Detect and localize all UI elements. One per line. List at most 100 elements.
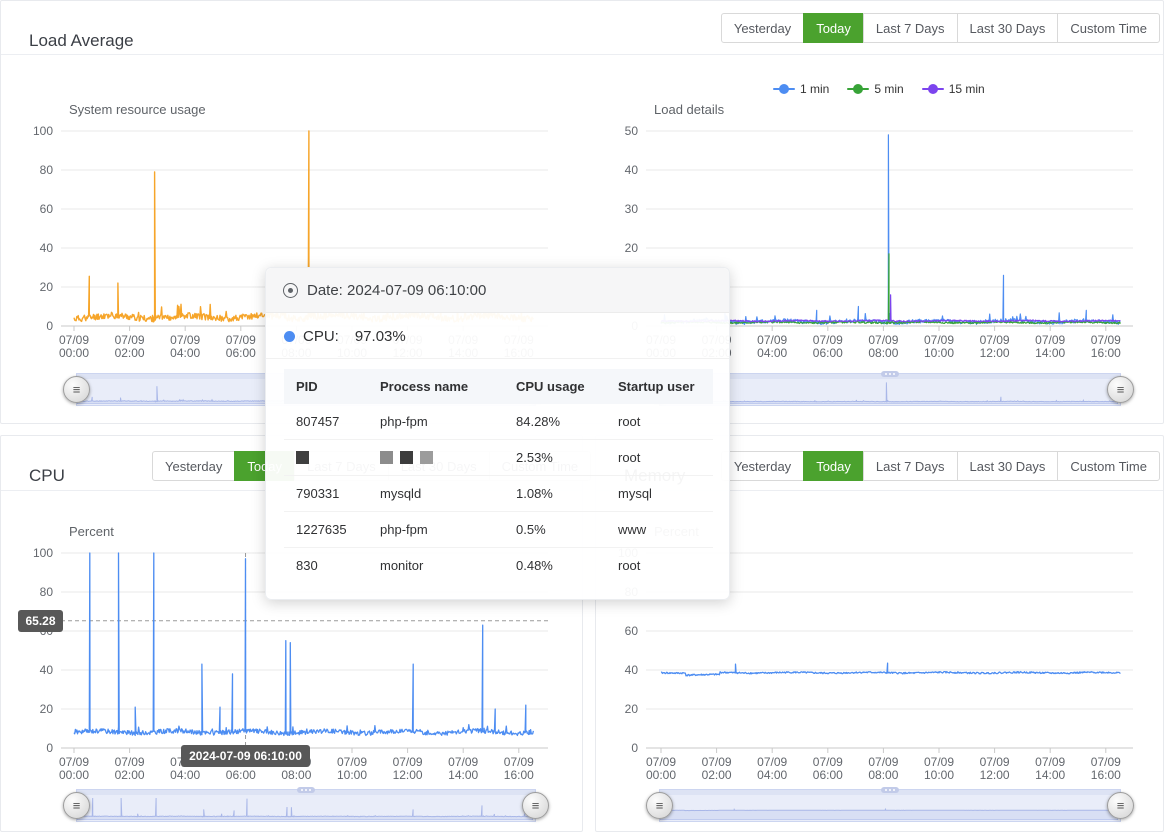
svg-text:07/0906:00: 07/0906:00 xyxy=(813,755,843,782)
process-name-cell: php-fpm xyxy=(368,404,504,440)
datazoom-grip-icon[interactable] xyxy=(881,371,899,377)
cpu-usage-cell: 84.28% xyxy=(504,404,606,440)
datazoom-right-handle[interactable]: ≡ xyxy=(1107,376,1134,403)
pid-cell: 830 xyxy=(284,548,368,584)
svg-text:07/0906:00: 07/0906:00 xyxy=(813,333,843,360)
svg-text:07/0914:00: 07/0914:00 xyxy=(1035,755,1065,782)
svg-text:100: 100 xyxy=(33,124,53,138)
tooltip-series-row: CPU: 97.03% xyxy=(266,313,729,359)
cpu-chart-datazoom-slider[interactable]: ≡ ≡ xyxy=(76,789,536,822)
startup-user-cell: root xyxy=(606,548,713,584)
col-cpu-usage: CPU usage xyxy=(504,369,606,404)
tooltip-header: Date: 2024-07-09 06:10:00 xyxy=(266,268,729,313)
svg-text:07/0900:00: 07/0900:00 xyxy=(646,755,676,782)
svg-text:07/0916:00: 07/0916:00 xyxy=(1091,333,1121,360)
svg-text:80: 80 xyxy=(40,585,54,599)
svg-text:0: 0 xyxy=(46,319,53,333)
svg-text:07/0916:00: 07/0916:00 xyxy=(1091,755,1121,782)
yesterday-button[interactable]: Yesterday xyxy=(721,13,804,43)
legend-label-5min: 5 min xyxy=(874,82,903,96)
process-name-cell-redacted xyxy=(368,440,504,476)
col-startup-user: Startup user xyxy=(606,369,713,404)
process-row: 790331 mysqld 1.08% mysql xyxy=(284,476,713,512)
datazoom-left-handle[interactable]: ≡ xyxy=(63,376,90,403)
process-name-cell: monitor xyxy=(368,548,504,584)
svg-text:80: 80 xyxy=(40,163,54,177)
svg-text:07/0908:00: 07/0908:00 xyxy=(868,333,898,360)
custom-time-button[interactable]: Custom Time xyxy=(1057,13,1160,43)
process-row: 2.53% root xyxy=(284,440,713,476)
svg-text:07/0912:00: 07/0912:00 xyxy=(980,755,1010,782)
tooltip-series-label: CPU: xyxy=(303,328,339,345)
process-table-header-row: PID Process name CPU usage Startup user xyxy=(284,369,713,404)
svg-text:20: 20 xyxy=(625,241,639,255)
svg-text:System resource usage: System resource usage xyxy=(69,102,206,117)
svg-text:60: 60 xyxy=(625,624,639,638)
pid-cell: 807457 xyxy=(284,404,368,440)
svg-text:40: 40 xyxy=(625,163,639,177)
custom-time-button[interactable]: Custom Time xyxy=(1057,451,1160,481)
svg-text:20: 20 xyxy=(625,702,639,716)
svg-text:Percent: Percent xyxy=(69,524,114,539)
cpu-series-dot-icon xyxy=(284,331,295,342)
svg-text:07/0910:00: 07/0910:00 xyxy=(924,755,954,782)
last-30-days-button[interactable]: Last 30 Days xyxy=(957,13,1059,43)
datazoom-left-handle[interactable]: ≡ xyxy=(63,792,90,819)
legend-label-15min: 15 min xyxy=(949,82,985,96)
legend-marker-1min-icon xyxy=(773,84,795,94)
svg-text:07/0910:00: 07/0910:00 xyxy=(924,333,954,360)
process-name-cell: mysqld xyxy=(368,476,504,512)
cpu-title: CPU xyxy=(29,466,65,486)
last-7-days-button[interactable]: Last 7 Days xyxy=(863,13,958,43)
today-button[interactable]: Today xyxy=(803,451,864,481)
memory-chart-datazoom-slider[interactable]: ≡ ≡ xyxy=(659,789,1121,822)
cpu-usage-cell: 0.48% xyxy=(504,548,606,584)
load-average-time-range-group: Yesterday Today Last 7 Days Last 30 Days… xyxy=(721,13,1160,43)
startup-user-cell: www xyxy=(606,512,713,548)
chart-tooltip: Date: 2024-07-09 06:10:00 CPU: 97.03% PI… xyxy=(265,267,730,600)
last-7-days-button[interactable]: Last 7 Days xyxy=(863,451,958,481)
svg-text:07/0900:00: 07/0900:00 xyxy=(59,755,89,782)
datazoom-left-handle[interactable]: ≡ xyxy=(646,792,673,819)
process-row: 807457 php-fpm 84.28% root xyxy=(284,404,713,440)
cpu-usage-cell: 2.53% xyxy=(504,440,606,476)
svg-text:20: 20 xyxy=(40,280,54,294)
pid-cell: 1227635 xyxy=(284,512,368,548)
last-30-days-button[interactable]: Last 30 Days xyxy=(957,451,1059,481)
datazoom-grip-icon[interactable] xyxy=(881,787,899,793)
svg-text:0: 0 xyxy=(46,741,53,755)
datazoom-right-handle[interactable]: ≡ xyxy=(1107,792,1134,819)
col-process-name: Process name xyxy=(368,369,504,404)
svg-text:07/0900:00: 07/0900:00 xyxy=(59,333,89,360)
svg-text:07/0914:00: 07/0914:00 xyxy=(1035,333,1065,360)
svg-text:30: 30 xyxy=(625,202,639,216)
yesterday-button[interactable]: Yesterday xyxy=(152,451,235,481)
svg-text:07/0912:00: 07/0912:00 xyxy=(980,333,1010,360)
today-button[interactable]: Today xyxy=(803,13,864,43)
cpu-usage-cell: 0.5% xyxy=(504,512,606,548)
legend-item-5min[interactable]: 5 min xyxy=(847,82,903,96)
svg-text:50: 50 xyxy=(625,124,639,138)
legend-item-15min[interactable]: 15 min xyxy=(922,82,985,96)
svg-text:Load details: Load details xyxy=(654,102,725,117)
pid-cell: 790331 xyxy=(284,476,368,512)
datazoom-grip-icon[interactable] xyxy=(297,787,315,793)
startup-user-cell: root xyxy=(606,404,713,440)
cpu-yaxis-pointer-badge: 65.28 xyxy=(18,610,63,632)
process-table: PID Process name CPU usage Startup user … xyxy=(284,369,713,583)
col-pid: PID xyxy=(284,369,368,404)
load-details-legend: 1 min 5 min 15 min xyxy=(773,82,985,96)
memory-time-range-group: Yesterday Today Last 7 Days Last 30 Days… xyxy=(721,451,1160,481)
process-row: 1227635 php-fpm 0.5% www xyxy=(284,512,713,548)
startup-user-cell: root xyxy=(606,440,713,476)
svg-text:07/0904:00: 07/0904:00 xyxy=(170,333,200,360)
svg-text:07/0914:00: 07/0914:00 xyxy=(448,755,478,782)
monitoring-dashboard: Load Average Yesterday Today Last 7 Days… xyxy=(0,0,1166,832)
svg-text:40: 40 xyxy=(40,241,54,255)
cpu-xaxis-pointer-badge: 2024-07-09 06:10:00 xyxy=(181,745,310,767)
svg-text:100: 100 xyxy=(33,546,53,560)
datazoom-right-handle[interactable]: ≡ xyxy=(522,792,549,819)
yesterday-button[interactable]: Yesterday xyxy=(721,451,804,481)
svg-text:0: 0 xyxy=(631,741,638,755)
legend-item-1min[interactable]: 1 min xyxy=(773,82,829,96)
